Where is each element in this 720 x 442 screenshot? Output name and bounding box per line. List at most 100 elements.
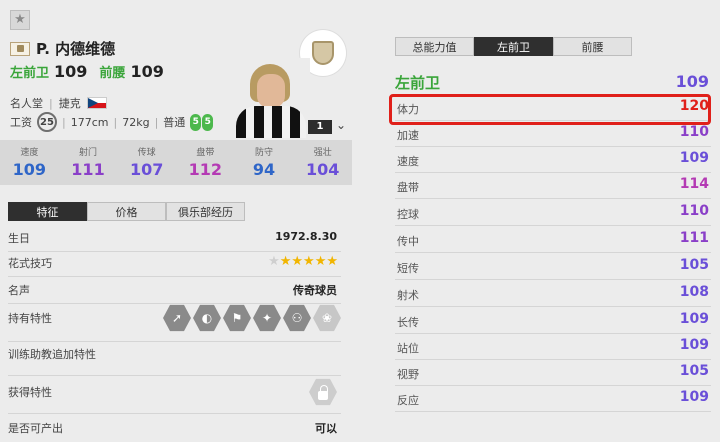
chevron-down-icon[interactable]: ⌄ (336, 118, 346, 132)
attribute-label: 控球 (397, 208, 419, 221)
attribute-row: 速度 109 (395, 149, 711, 173)
skill-moves-label: 花式技巧 (8, 257, 52, 270)
stat-defending: 防守 94 (235, 140, 294, 185)
attribute-value: 108 (679, 284, 709, 300)
detail-row-acquired-traits: 获得特性 (8, 378, 341, 414)
detail-row-skill: 花式技巧 ★ ★ ★ ★ ★ ★ (8, 254, 341, 277)
position-label: 前腰 (99, 66, 126, 81)
attribute-row: 站位 109 (395, 336, 711, 360)
player-nation: 捷克 (58, 97, 81, 110)
attribute-row: 加速 110 (395, 123, 711, 147)
attribute-value: 109 (679, 311, 709, 327)
divider: | (49, 96, 53, 110)
attribute-value: 109 (679, 389, 709, 405)
training-traits-label: 训练助教追加特性 (8, 348, 96, 361)
reputation-value: 传奇球员 (293, 284, 337, 297)
attribute-label: 速度 (397, 155, 419, 168)
left-tab-bar: 特征 价格 俱乐部经历 (8, 202, 245, 221)
tab-lm[interactable]: 左前卫 (474, 37, 553, 56)
attribute-value: 110 (679, 124, 709, 140)
stat-value: 109 (12, 160, 47, 179)
attribute-label: 站位 (397, 342, 419, 355)
highlight-box (389, 94, 711, 125)
attribute-label: 加速 (397, 129, 419, 142)
wage-label: 工资 (10, 116, 32, 129)
divider: | (113, 115, 118, 129)
attribute-value: 110 (679, 203, 709, 219)
star-icon: ★ (303, 254, 315, 269)
attribute-label: 传中 (397, 235, 419, 248)
favorite-star-icon[interactable]: ★ (10, 10, 30, 30)
tab-price[interactable]: 价格 (87, 202, 166, 221)
stat-value: 112 (188, 160, 223, 179)
attribute-label: 短传 (397, 262, 419, 275)
team-player-icon[interactable]: ⚇ (283, 304, 311, 332)
attribute-row: 反应 109 (395, 388, 711, 412)
detail-row-birthday: 生日 1972.8.30 (8, 230, 341, 252)
stat-value: 111 (71, 160, 105, 179)
stat-label: 速度 (20, 148, 39, 158)
position-value: 109 (130, 62, 164, 81)
stat-dribbling: 盘带 112 (176, 140, 235, 185)
tab-cam[interactable]: 前腰 (553, 37, 632, 56)
position-secondary: 前腰 109 (99, 62, 163, 81)
trait-icons: ➚ ◐ ⚑ ✦ ⚇ ❀ (163, 304, 341, 332)
position-header: 左前卫 109 (395, 70, 711, 96)
attribute-value: 109 (679, 337, 709, 353)
tab-club-history[interactable]: 俱乐部经历 (166, 202, 245, 221)
reputation-label: 名声 (8, 284, 30, 297)
stamina-icon[interactable]: ❀ (313, 304, 341, 332)
tab-traits[interactable]: 特征 (8, 202, 87, 221)
enhance-level-badge[interactable]: 1 (308, 120, 332, 134)
attribute-row: 射术 108 (395, 283, 711, 307)
star-icon: ★ (326, 254, 338, 269)
stat-value: 107 (129, 160, 164, 179)
power-shot-icon[interactable]: ✦ (253, 304, 281, 332)
attribute-label: 射术 (397, 289, 419, 302)
tackle-icon[interactable]: ⚑ (223, 304, 251, 332)
detail-row-training-traits: 训练助教追加特性 (8, 346, 341, 376)
detail-row-producible: 是否可产出 可以 (8, 420, 341, 440)
position-label: 左前卫 (10, 66, 50, 81)
position-title: 左前卫 (395, 74, 441, 92)
stat-pace: 速度 109 (0, 140, 59, 185)
wage-value: 25 (37, 112, 57, 132)
birthday-value: 1972.8.30 (275, 230, 337, 243)
player-category: 名人堂 (10, 97, 43, 110)
stat-label: 盘带 (196, 148, 215, 158)
stat-label: 射门 (79, 148, 98, 158)
position-primary: 左前卫 109 (10, 62, 87, 81)
skill-stars: ★ ★ ★ ★ ★ ★ (268, 254, 338, 269)
long-shot-icon[interactable]: ➚ (163, 304, 191, 332)
stat-label: 传球 (137, 148, 156, 158)
right-tab-bar: 总能力值 左前卫 前腰 (395, 37, 632, 56)
icon-card-badge-icon (10, 41, 30, 56)
stat-passing: 传球 107 (117, 140, 176, 185)
attribute-label: 反应 (397, 394, 419, 407)
left-foot-value: 5 (190, 113, 202, 131)
attribute-row: 视野 105 (395, 362, 711, 386)
star-empty-icon: ★ (268, 254, 280, 269)
stat-label: 防守 (255, 148, 274, 158)
attribute-value: 105 (679, 257, 709, 273)
star-icon: ★ (314, 254, 327, 269)
main-stats-bar: 速度 109 射门 111 传球 107 盘带 112 防守 94 强壮 104 (0, 140, 352, 185)
player-height: 177cm (70, 115, 109, 129)
attribute-value: 105 (679, 363, 709, 379)
dribble-icon[interactable]: ◐ (193, 304, 221, 332)
player-card-panel: ★ P. 内德维德 左前卫 109 前腰 109 名人堂 | 捷克 工资 25 … (0, 0, 356, 442)
player-positions: 左前卫 109 前腰 109 (10, 62, 164, 81)
detail-row-reputation: 名声 传奇球员 (8, 282, 341, 304)
player-weight: 72kg (122, 115, 150, 129)
acquired-traits-label: 获得特性 (8, 386, 52, 399)
attribute-row: 长传 109 (395, 310, 711, 334)
stat-physical: 强壮 104 (293, 140, 352, 185)
player-info-row-2: 工资 25 | 177cm | 72kg | 普通 5 5 (10, 112, 214, 132)
stat-value: 104 (305, 160, 340, 179)
position-overall: 109 (675, 72, 709, 91)
player-portrait (232, 58, 310, 138)
tab-overall[interactable]: 总能力值 (395, 37, 474, 56)
attribute-label: 盘带 (397, 181, 419, 194)
czech-flag-icon (86, 97, 107, 109)
divider: | (154, 115, 159, 129)
